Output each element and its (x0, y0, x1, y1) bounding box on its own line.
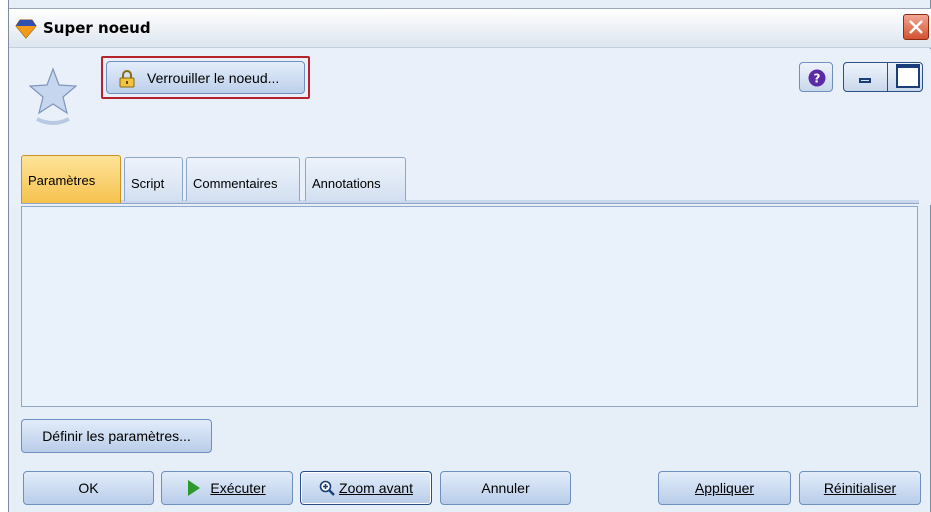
parameters-panel (21, 206, 918, 407)
lock-node-label: Verrouiller le noeud... (147, 70, 280, 86)
tab-bar: Paramètres Script Commentaires Annotatio… (9, 147, 931, 205)
reset-label: Réinitialiser (823, 480, 897, 496)
define-parameters-button[interactable]: Définir les paramètres... (21, 419, 212, 453)
tab-annotations[interactable]: Annotations (305, 157, 406, 201)
help-button[interactable]: ? (799, 62, 833, 92)
apply-button[interactable]: Appliquer (658, 471, 791, 505)
lock-button-highlight: Verrouiller le noeud... (101, 56, 310, 99)
svg-text:?: ? (814, 72, 821, 86)
help-icon: ? (808, 69, 826, 87)
tab-script[interactable]: Script (124, 157, 183, 201)
super-node-dialog: Super noeud Verrouiller le noeud... ? Pa… (8, 0, 931, 512)
title-bar[interactable]: Super noeud (9, 8, 931, 48)
minimize-button[interactable] (844, 63, 888, 91)
lock-node-button[interactable]: Verrouiller le noeud... (106, 61, 305, 94)
minimize-icon (859, 78, 871, 83)
padlock-icon (119, 70, 135, 88)
window-controls (843, 62, 923, 92)
reset-button[interactable]: Réinitialiser (799, 471, 921, 505)
window-title: Super noeud (43, 19, 151, 37)
zoom-in-label: Zoom avant (339, 480, 413, 496)
close-icon (909, 20, 923, 34)
execute-button[interactable]: Exécuter (161, 471, 293, 505)
apply-label: Appliquer (694, 480, 755, 496)
zoom-in-icon (319, 480, 335, 496)
tab-parametres[interactable]: Paramètres (21, 155, 121, 203)
execute-label: Exécuter (210, 480, 266, 496)
super-node-diamond-icon (15, 19, 37, 39)
play-icon (188, 480, 201, 496)
maximize-icon[interactable] (896, 64, 920, 88)
ok-button[interactable]: OK (23, 471, 154, 505)
tab-commentaires[interactable]: Commentaires (186, 157, 300, 201)
zoom-in-button[interactable]: Zoom avant (300, 471, 432, 505)
cancel-button[interactable]: Annuler (440, 471, 571, 505)
dialog-header: Verrouiller le noeud... ? (9, 49, 931, 147)
star-icon (29, 67, 77, 125)
close-button[interactable] (903, 14, 929, 40)
